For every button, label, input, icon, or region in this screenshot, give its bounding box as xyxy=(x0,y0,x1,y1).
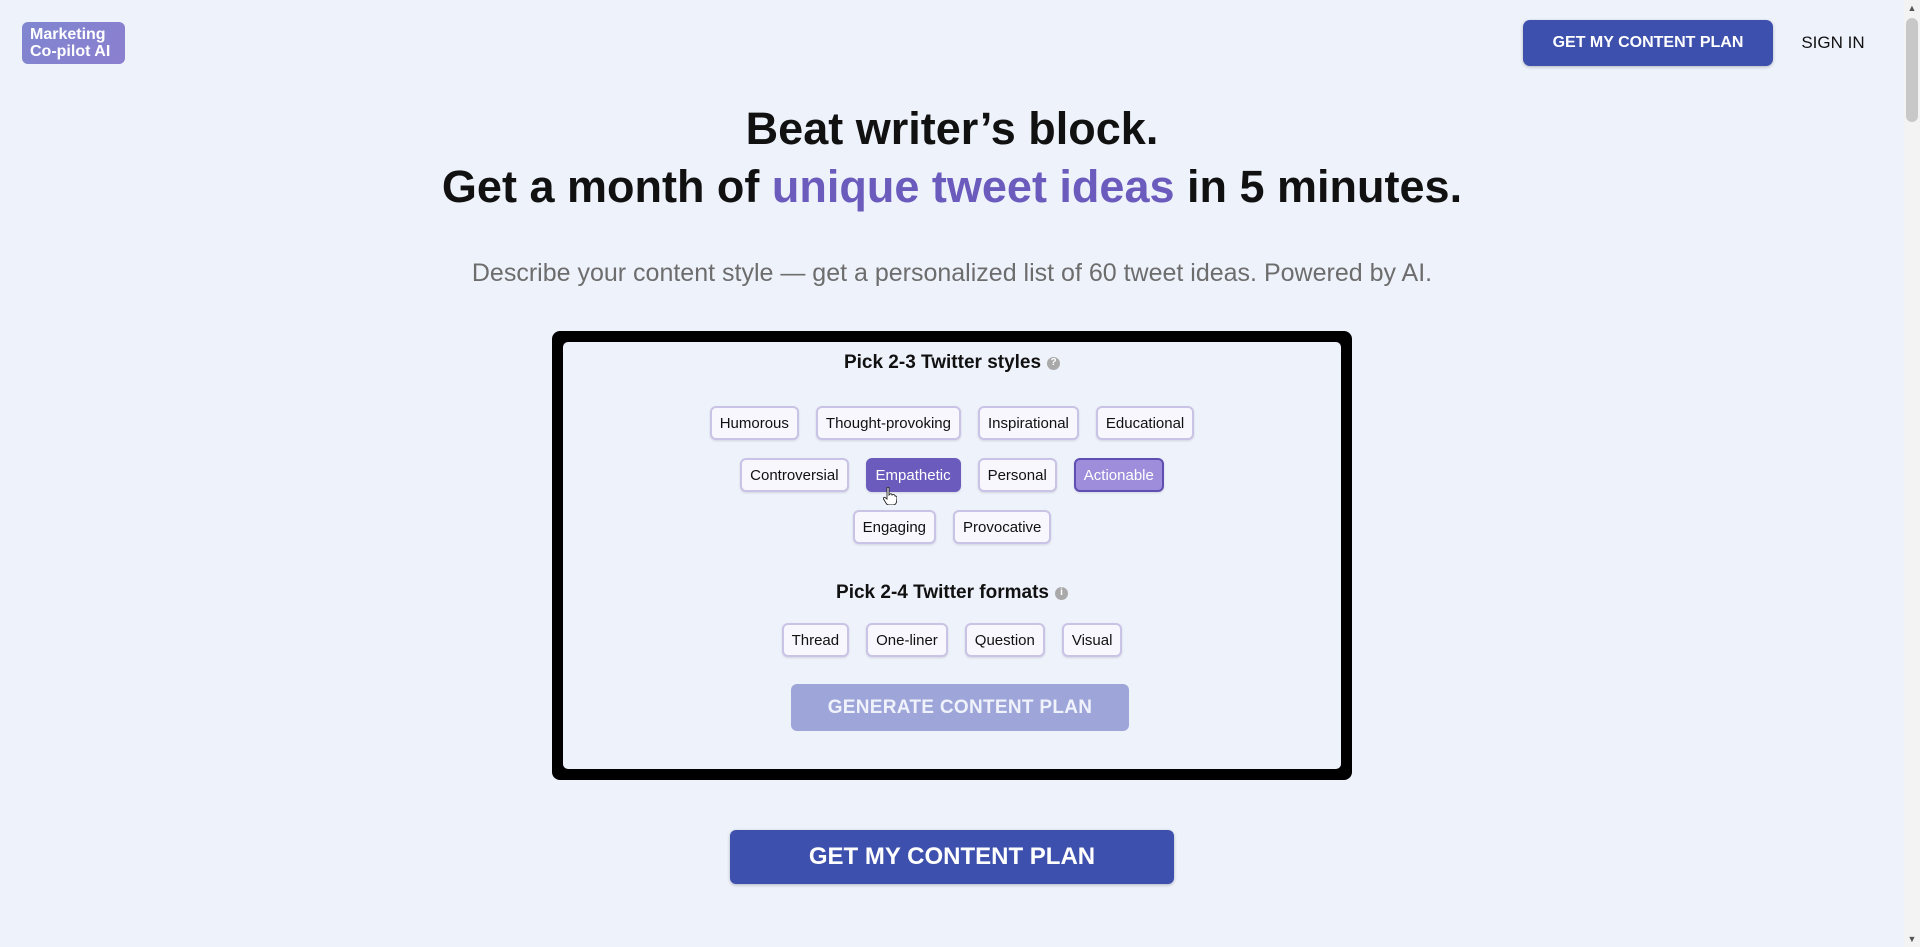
style-chip-personal[interactable]: Personal xyxy=(977,458,1057,492)
generate-content-plan-button[interactable]: GENERATE CONTENT PLAN xyxy=(791,684,1129,731)
header-get-content-plan-button[interactable]: GET MY CONTENT PLAN xyxy=(1523,20,1773,66)
format-chip-visual[interactable]: Visual xyxy=(1061,623,1123,657)
sign-in-link[interactable]: SIGN IN xyxy=(1785,20,1881,66)
info-circle-icon[interactable]: i xyxy=(1054,586,1068,600)
scroll-up-arrow-icon[interactable]: ▲ xyxy=(1907,3,1917,13)
format-chip-thread[interactable]: Thread xyxy=(781,623,850,657)
hero-line2-accent: unique tweet ideas xyxy=(771,161,1175,212)
style-chip-humorous[interactable]: Humorous xyxy=(709,406,799,440)
style-chip-educational[interactable]: Educational xyxy=(1095,406,1195,440)
style-chip-thought-provoking[interactable]: Thought-provoking xyxy=(815,406,961,440)
form-panel-body: Pick 2-3 Twitter styles ? Humorous Thoug… xyxy=(563,342,1341,769)
styles-row-2: Controversial Empathetic Personal Action… xyxy=(563,458,1341,492)
style-chip-inspirational[interactable]: Inspirational xyxy=(977,406,1079,440)
main-get-content-plan-button[interactable]: GET MY CONTENT PLAN xyxy=(730,830,1174,884)
scroll-down-arrow-icon[interactable]: ▼ xyxy=(1907,934,1917,944)
formats-row: Thread One-liner Question Visual xyxy=(563,623,1341,657)
format-chip-one-liner[interactable]: One-liner xyxy=(866,623,948,657)
hero-line2-prefix: Get a month of xyxy=(441,161,772,212)
formats-title-text: Pick 2-4 Twitter formats xyxy=(836,582,1049,603)
logo-line-1: Marketing xyxy=(30,26,106,43)
logo-line-2: Co-pilot AI xyxy=(30,43,111,60)
logo[interactable]: Marketing Co-pilot AI xyxy=(22,22,125,64)
style-chip-actionable[interactable]: Actionable xyxy=(1073,458,1164,492)
styles-section-title: Pick 2-3 Twitter styles ? xyxy=(563,352,1341,374)
content-plan-form-panel: Pick 2-3 Twitter styles ? Humorous Thoug… xyxy=(552,331,1352,780)
hero-subtitle: Describe your content style — get a pers… xyxy=(471,259,1433,287)
format-chip-question[interactable]: Question xyxy=(964,623,1045,657)
style-chip-engaging[interactable]: Engaging xyxy=(852,510,937,544)
formats-section-title: Pick 2-4 Twitter formats i xyxy=(563,582,1341,604)
styles-title-text: Pick 2-3 Twitter styles xyxy=(843,352,1042,373)
question-circle-icon[interactable]: ? xyxy=(1047,356,1061,370)
hero-line2-suffix: in 5 minutes. xyxy=(1174,161,1463,212)
hero-headline-line-1: Beat writer’s block. xyxy=(745,103,1159,154)
style-chip-provocative[interactable]: Provocative xyxy=(953,510,1052,544)
vertical-scrollbar[interactable]: ▲ ▼ xyxy=(1904,0,1920,947)
scroll-thumb[interactable] xyxy=(1906,18,1918,122)
style-chip-controversial[interactable]: Controversial xyxy=(740,458,849,492)
hand-cursor-icon xyxy=(883,487,897,505)
styles-row-3: Engaging Provocative xyxy=(563,510,1341,544)
hero-headline-line-2: Get a month of unique tweet ideas in 5 m… xyxy=(0,158,1904,216)
styles-row-1: Humorous Thought-provoking Inspirational… xyxy=(563,406,1341,440)
style-chip-empathetic[interactable]: Empathetic xyxy=(865,458,961,492)
